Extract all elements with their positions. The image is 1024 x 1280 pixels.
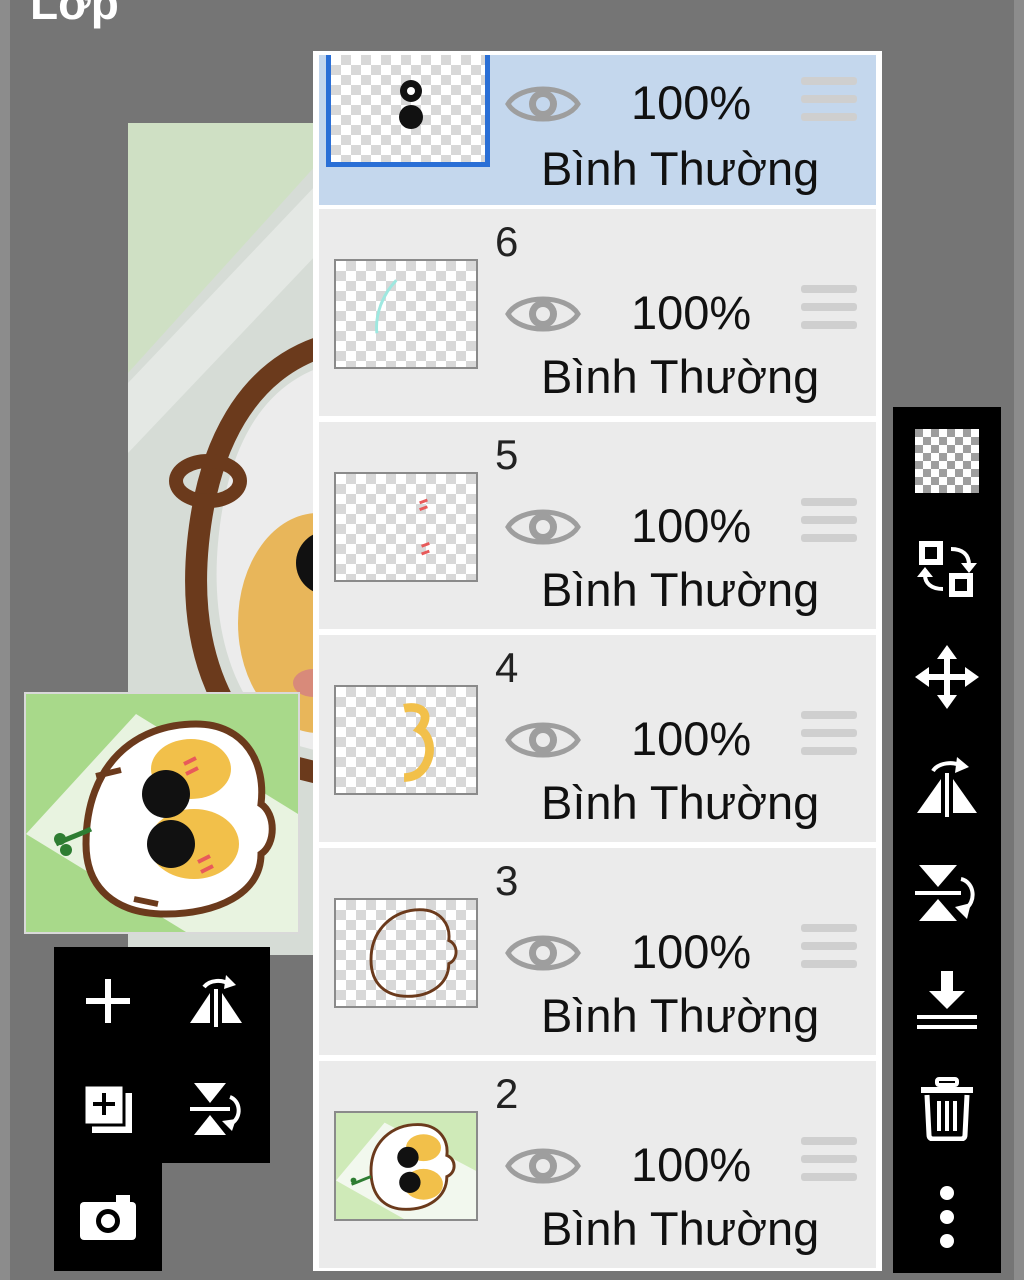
plus-icon <box>86 979 130 1023</box>
layer-number: 6 <box>495 218 519 265</box>
swap-layers-button[interactable] <box>905 527 989 611</box>
transparency-button[interactable] <box>905 419 989 503</box>
add-copy-layer-button[interactable] <box>54 1055 162 1163</box>
right-toolbar <box>893 407 1001 1273</box>
layer-row[interactable]: 5 100% Bình Thường <box>319 422 876 629</box>
layers-panel[interactable]: 100% Bình Thường 6 100% Bình Thường 5 10… <box>313 51 882 1271</box>
layer-row[interactable]: 4 100% Bình Thường <box>319 635 876 842</box>
move-icon <box>915 645 979 709</box>
layer-thumbnail <box>326 55 490 167</box>
visibility-toggle[interactable] <box>505 502 581 552</box>
delete-layer-button[interactable] <box>905 1067 989 1151</box>
drag-handle[interactable] <box>801 285 857 337</box>
layer-opacity: 100% <box>631 1138 752 1191</box>
layer-thumbnail <box>334 472 478 582</box>
layer-number: 5 <box>495 431 519 478</box>
canvas-preview <box>24 692 300 934</box>
eye-icon <box>505 1148 581 1184</box>
layer-opacity: 100% <box>631 499 752 552</box>
duplicate-layer-icon <box>82 1083 132 1133</box>
flip-vertical-button[interactable] <box>162 1055 270 1163</box>
layer-blend-mode[interactable]: Bình Thường <box>541 992 819 1039</box>
move-button[interactable] <box>905 635 989 719</box>
screen-title: Lớp <box>30 0 119 29</box>
eye-icon <box>505 722 581 758</box>
more-options-button[interactable] <box>905 1175 989 1259</box>
layer-blend-mode[interactable]: Bình Thường <box>541 566 819 613</box>
layer-blend-mode[interactable]: Bình Thường <box>541 145 819 192</box>
layer-row[interactable]: 6 100% Bình Thường <box>319 209 876 416</box>
layer-row[interactable]: 3 100% Bình Thường <box>319 848 876 1055</box>
camera-icon <box>80 1195 136 1240</box>
drag-handle[interactable] <box>801 1137 857 1189</box>
layer-blend-mode[interactable]: Bình Thường <box>541 1205 819 1252</box>
layer-thumbnail <box>334 685 478 795</box>
flip-horizontal-button[interactable] <box>905 743 989 827</box>
layer-row[interactable]: 100% Bình Thường <box>319 55 876 205</box>
frame-right-edge <box>1014 0 1024 1280</box>
merge-down-button[interactable] <box>905 959 989 1043</box>
layer-thumbnail <box>334 259 478 369</box>
layer-opacity: 100% <box>631 712 752 765</box>
layer-thumbnail <box>334 1111 478 1221</box>
visibility-toggle[interactable] <box>505 928 581 978</box>
layer-number: 3 <box>495 857 519 904</box>
more-vertical-icon <box>940 1186 954 1248</box>
layer-opacity: 100% <box>631 286 752 339</box>
frame-left-edge <box>0 0 10 1280</box>
flip-horizontal-icon <box>190 975 242 1027</box>
flip-horizontal-button[interactable] <box>162 947 270 1055</box>
swap-layers-icon <box>917 541 977 597</box>
drag-handle[interactable] <box>801 711 857 763</box>
layer-thumbnail <box>334 898 478 1008</box>
visibility-toggle[interactable] <box>505 715 581 765</box>
eye-icon <box>505 935 581 971</box>
visibility-toggle[interactable] <box>505 79 581 129</box>
layer-opacity: 100% <box>631 76 752 129</box>
drag-handle[interactable] <box>801 77 857 129</box>
drag-handle[interactable] <box>801 498 857 550</box>
layer-number: 4 <box>495 644 519 691</box>
layer-opacity: 100% <box>631 925 752 978</box>
merge-down-icon <box>917 971 977 1029</box>
visibility-toggle[interactable] <box>505 1141 581 1191</box>
layer-blend-mode[interactable]: Bình Thường <box>541 353 819 400</box>
drag-handle[interactable] <box>801 924 857 976</box>
import-photo-button[interactable] <box>54 1163 162 1271</box>
eye-icon <box>505 86 581 122</box>
eye-icon <box>505 296 581 332</box>
flip-horizontal-icon <box>917 757 977 817</box>
transparency-icon <box>915 429 979 493</box>
flip-vertical-icon <box>190 1083 241 1135</box>
flip-vertical-icon <box>915 865 975 921</box>
eye-icon <box>505 509 581 545</box>
layer-number: 2 <box>495 1070 519 1117</box>
visibility-toggle[interactable] <box>505 289 581 339</box>
add-layer-button[interactable] <box>54 947 162 1055</box>
trash-icon <box>921 1077 973 1141</box>
layer-row[interactable]: 2 100% Bình Thường <box>319 1061 876 1268</box>
flip-vertical-button[interactable] <box>905 851 989 935</box>
layer-blend-mode[interactable]: Bình Thường <box>541 779 819 826</box>
